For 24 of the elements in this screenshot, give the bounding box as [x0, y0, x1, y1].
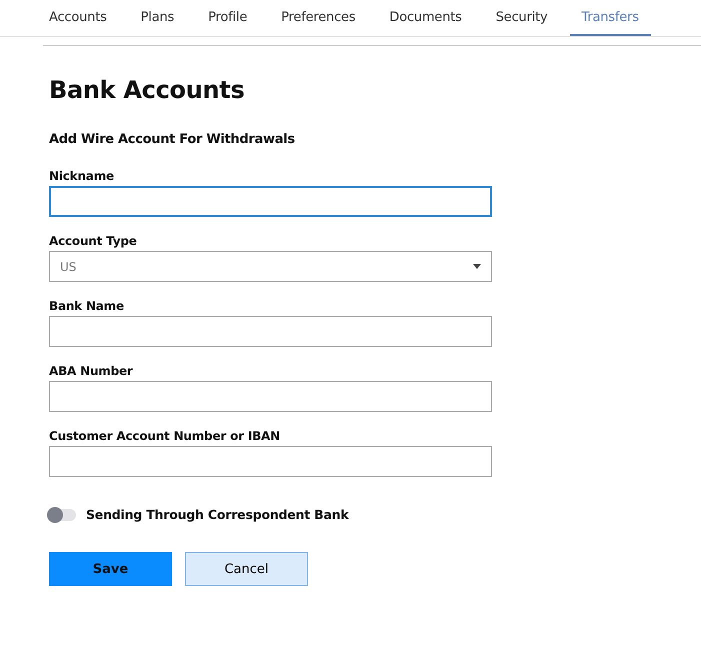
nav-tab[interactable]: Plans: [128, 0, 186, 36]
input-field[interactable]: [49, 316, 492, 347]
input-field[interactable]: [49, 381, 492, 412]
nav-tab[interactable]: Accounts: [37, 0, 119, 36]
caret-icon: [473, 264, 481, 269]
nav-tab[interactable]: Preferences: [269, 0, 368, 36]
account-type-dropdown[interactable]: US: [49, 251, 492, 282]
field-label: Nickname: [49, 169, 115, 183]
nav-tab[interactable]: Security: [484, 0, 560, 36]
nav-tab[interactable]: Profile: [196, 0, 260, 36]
toggle-label: Sending Through Correspondent Bank: [86, 507, 349, 522]
input-field[interactable]: [49, 446, 492, 477]
field-label: ABA Number: [49, 364, 134, 378]
field-label: Customer Account Number or IBAN: [49, 429, 281, 443]
cancel-button[interactable]: Cancel: [185, 552, 308, 586]
field-label: Bank Name: [49, 299, 125, 313]
section-heading: Add Wire Account For Withdrawals: [49, 132, 296, 147]
field-label: Account Type: [49, 234, 138, 248]
toggle-switch[interactable]: [49, 508, 76, 520]
page-title: Bank Accounts: [49, 76, 246, 104]
nav-tab[interactable]: Documents: [377, 0, 474, 36]
nav-tab[interactable]: Transfers: [570, 0, 651, 36]
input-field[interactable]: [49, 186, 492, 217]
save-button[interactable]: Save: [49, 552, 172, 586]
